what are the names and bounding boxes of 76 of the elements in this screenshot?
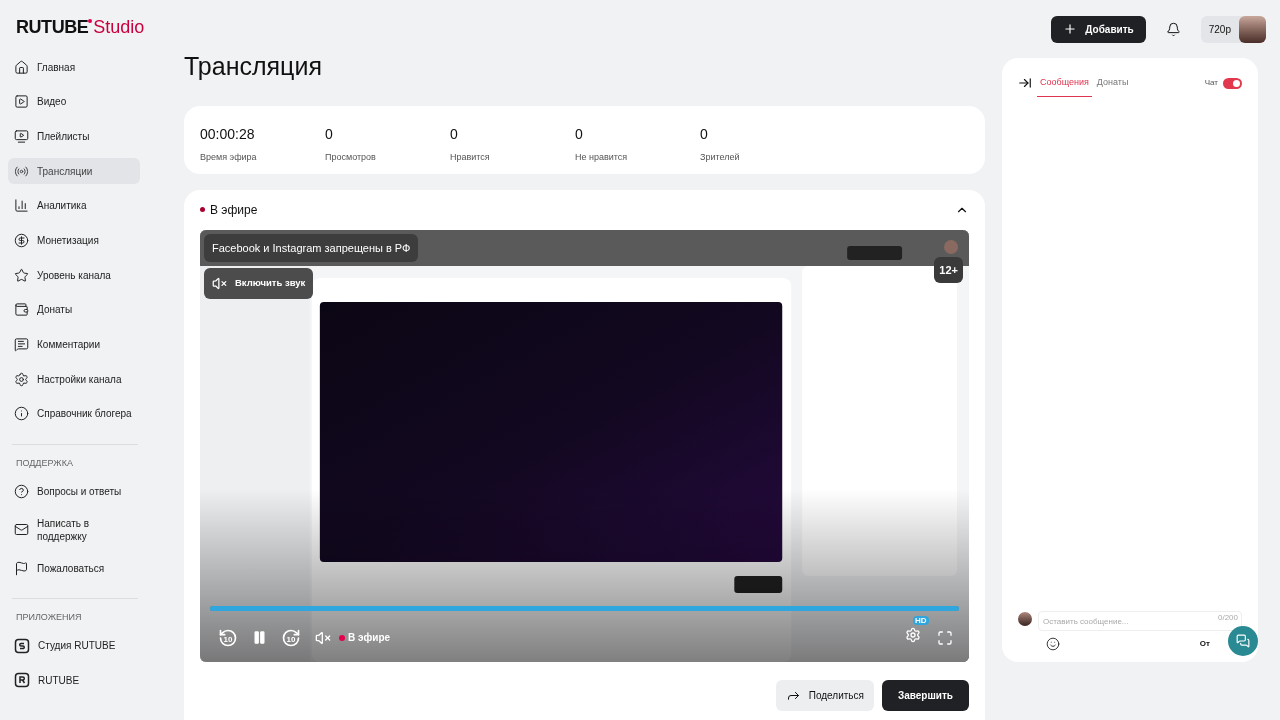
- chat-bubbles-icon: [1236, 634, 1250, 648]
- live-status: В эфире: [348, 631, 391, 645]
- bell-icon: [1165, 21, 1181, 37]
- stat-value: 00:00:28: [200, 124, 256, 144]
- volume-button[interactable]: [315, 629, 331, 646]
- section-heading: ПОДДЕРЖКА: [15, 456, 74, 470]
- unmute-button[interactable]: Включить звук: [204, 268, 314, 299]
- chart-icon: [14, 198, 29, 214]
- info-icon: [14, 406, 29, 422]
- stat-value: 0: [450, 124, 459, 144]
- sidebar-item[interactable]: RUTUBE: [8, 667, 140, 694]
- sidebar-item[interactable]: Написать в поддержку: [8, 512, 140, 547]
- profile-button[interactable]: 720р: [1200, 15, 1266, 43]
- sidebar-item[interactable]: Справочник блогера: [8, 400, 140, 427]
- brand-logo[interactable]: RUTUBE: [16, 18, 89, 36]
- stat-value: 0: [575, 124, 584, 144]
- brand-suffix: Studio: [93, 18, 145, 36]
- finish-button[interactable]: Завершить: [881, 679, 969, 711]
- sidebar-item[interactable]: Видео: [8, 88, 140, 115]
- collapse-panel-button[interactable]: [1018, 76, 1032, 90]
- rewind-button[interactable]: 10: [218, 627, 238, 648]
- char-counter: 0/200: [1217, 611, 1238, 624]
- mute-icon: [212, 276, 227, 291]
- notice-banner: Facebook и Instagram запрещены в РФ: [204, 233, 419, 262]
- avatar: [1239, 15, 1266, 43]
- sidebar-item[interactable]: Монетизация: [8, 227, 140, 254]
- sidebar-item[interactable]: Студия RUTUBE: [8, 632, 140, 659]
- pause-button[interactable]: [252, 630, 267, 645]
- stat-label: Просмотров: [325, 150, 377, 164]
- s-logo-icon: [14, 637, 30, 654]
- stat-label: Не нравится: [575, 150, 629, 164]
- stat-label: Нравится: [450, 150, 491, 164]
- chat-toggle[interactable]: [1223, 77, 1242, 89]
- user-avatar: [1018, 611, 1032, 626]
- forward-button[interactable]: 10: [281, 627, 301, 648]
- playlist-icon: [14, 128, 29, 144]
- sidebar-item[interactable]: Аналитика: [8, 192, 140, 219]
- wallet-icon: [14, 302, 29, 318]
- stat-value: 0: [325, 124, 334, 144]
- sidebar-item[interactable]: Плейлисты: [8, 123, 140, 150]
- send-button[interactable]: От: [1199, 638, 1210, 650]
- stat-label: Зрителей: [700, 150, 741, 164]
- live-status: В эфире: [210, 201, 258, 219]
- chat-tab[interactable]: Донаты: [1093, 68, 1132, 98]
- plus-icon: [1063, 22, 1078, 36]
- stat-label: Время эфира: [200, 150, 258, 164]
- section-heading: ПРИЛОЖЕНИЯ: [15, 611, 83, 625]
- page-title: Трансляция: [184, 51, 323, 82]
- chat-toggle-label: Чат: [1204, 77, 1218, 89]
- star-icon: [14, 267, 29, 283]
- sidebar-item[interactable]: Донаты: [8, 296, 140, 323]
- stat-value: 0: [700, 124, 709, 144]
- sidebar-item[interactable]: Трансляции: [8, 158, 140, 185]
- video-icon: [14, 94, 29, 110]
- sidebar-item[interactable]: Пожаловаться: [8, 555, 140, 582]
- settings-icon: [14, 371, 29, 387]
- fullscreen-button[interactable]: [937, 629, 953, 646]
- hd-badge: HD: [913, 615, 929, 625]
- flag-icon: [14, 560, 29, 576]
- mail-icon: [14, 522, 29, 538]
- question-icon: [14, 483, 29, 499]
- add-button[interactable]: Добавить: [1051, 15, 1146, 43]
- sidebar-item[interactable]: Комментарии: [8, 331, 140, 358]
- share-button[interactable]: Поделиться: [775, 679, 874, 711]
- r-logo-icon: [14, 672, 30, 689]
- sidebar-item[interactable]: Главная: [8, 54, 140, 80]
- coin-icon: [14, 232, 29, 248]
- chat-tab[interactable]: Сообщения: [1037, 68, 1092, 98]
- sidebar-item[interactable]: Уровень канала: [8, 262, 140, 289]
- emoji-button[interactable]: [1046, 637, 1060, 651]
- home-icon: [14, 59, 29, 75]
- settings-button[interactable]: [905, 626, 921, 643]
- sidebar-item[interactable]: Настройки канала: [8, 366, 140, 393]
- support-chat-button[interactable]: [1228, 626, 1258, 656]
- sidebar-item[interactable]: Вопросы и ответы: [8, 478, 140, 505]
- comment-icon: [14, 337, 29, 352]
